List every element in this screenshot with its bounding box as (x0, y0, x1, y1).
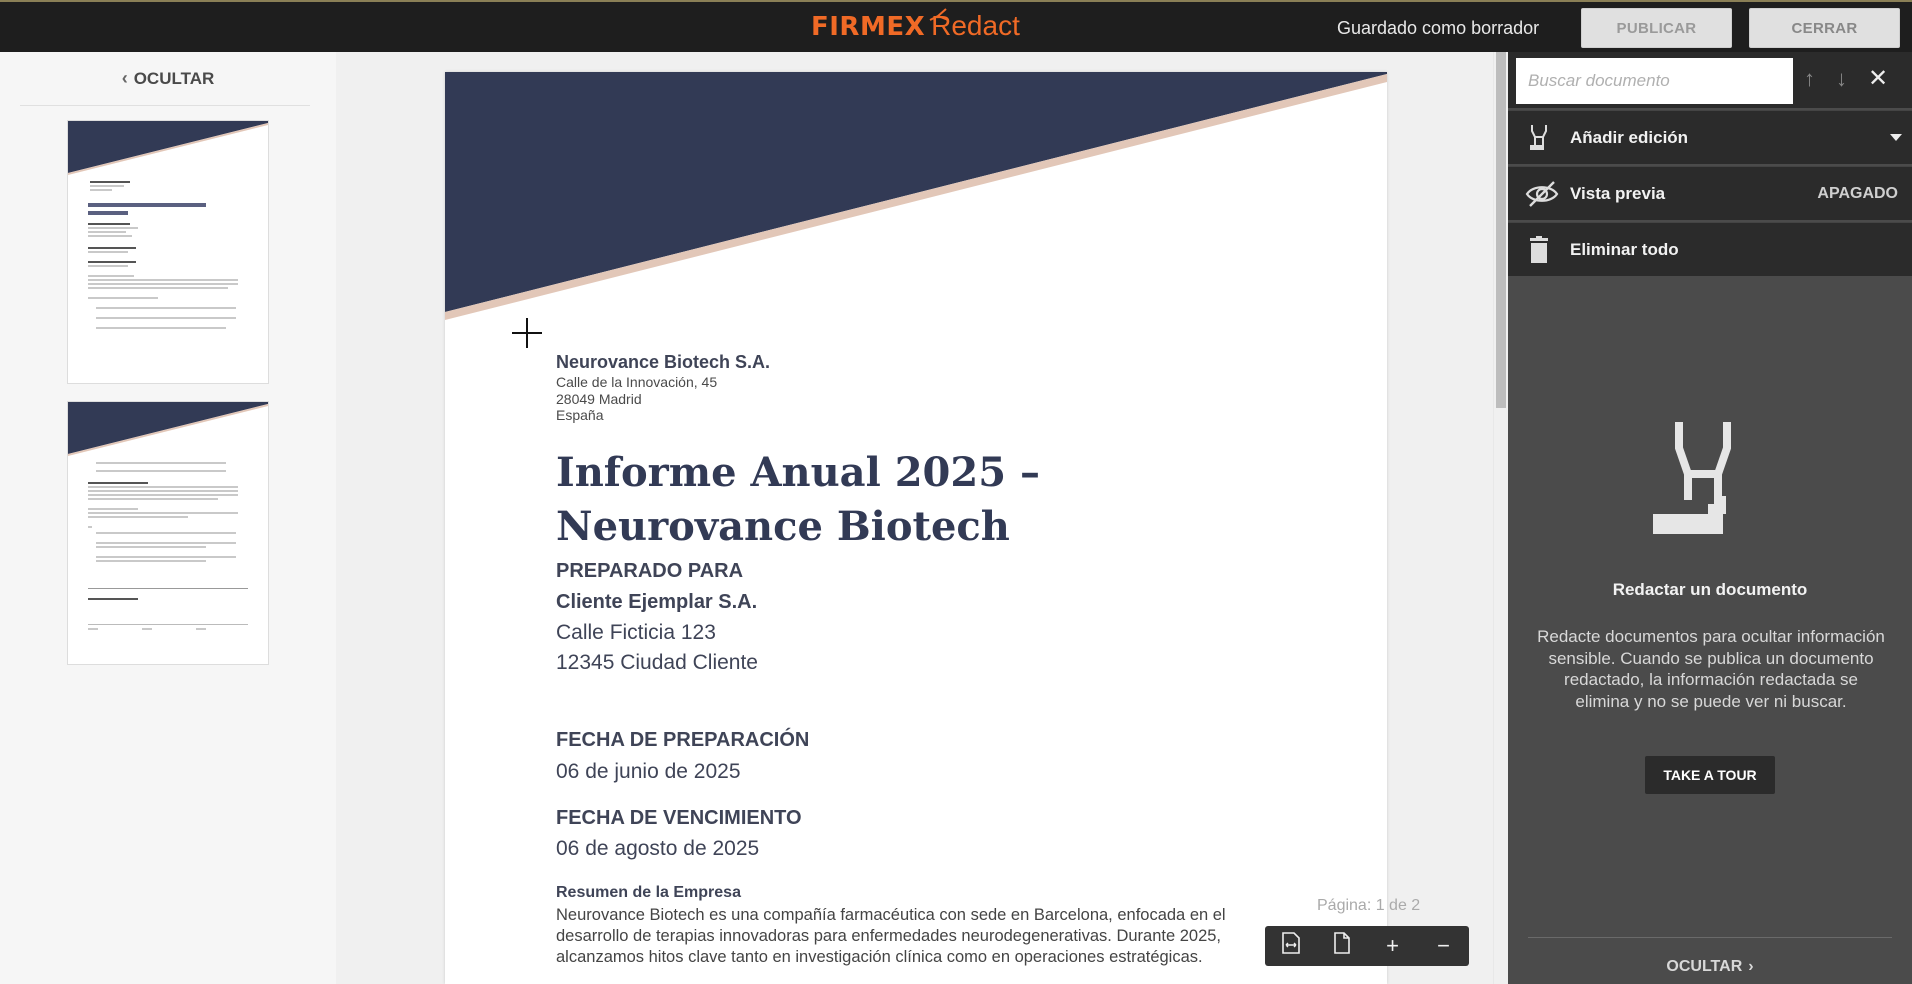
due-date-label: FECHA DE VENCIMIENTO (556, 807, 802, 829)
logo-brand: FIRMEX (811, 12, 926, 42)
preview-toggle[interactable]: Vista previa APAGADO (1508, 166, 1912, 220)
prep-date-label: FECHA DE PREPARACIÓN (556, 729, 810, 751)
thumbnail-panel: ‹ OCULTAR (0, 52, 336, 984)
company-name: Neurovance Biotech S.A. (556, 352, 771, 372)
zoom-toolbar: + − (1265, 926, 1469, 966)
redaction-panel: ↑ ↓ ✕ Añadir edición Vista previa APAGAD… (1508, 52, 1912, 984)
fit-width-icon[interactable] (1271, 931, 1311, 961)
thumbnail-header-band (68, 121, 268, 175)
hide-thumbnails-label: OCULTAR (133, 69, 215, 88)
company-address-line: 28049 Madrid (556, 391, 642, 407)
empty-state-title: Redactar un documento (1612, 580, 1808, 599)
empty-state-description: Redacte documentos para ocultar informac… (1537, 627, 1885, 711)
summary-heading: Resumen de la Empresa (556, 884, 741, 901)
chevron-right-icon: › (1748, 958, 1754, 975)
take-tour-button[interactable]: TAKE A TOUR (1645, 756, 1775, 794)
top-bar: FIRMEX Redact Guardado como borrador PUB… (0, 0, 1912, 52)
page-indicator: Página: 1 de 2 (1317, 897, 1421, 914)
close-button[interactable]: CERRAR (1749, 8, 1900, 48)
arrow-down-icon[interactable]: ↓ (1836, 66, 1847, 92)
close-icon[interactable]: ✕ (1868, 64, 1888, 93)
publish-button[interactable]: PUBLICAR (1581, 8, 1732, 48)
prepared-for-label: PREPARADO PARA (556, 560, 744, 582)
caret-down-icon (1890, 134, 1902, 141)
save-status: Guardado como borrador (1337, 18, 1540, 38)
document-title: Informe Anual 2025 – Neurovance Biotech (556, 449, 1040, 550)
divider (1528, 937, 1892, 938)
client-city: 12345 Ciudad Cliente (556, 651, 758, 674)
search-input[interactable] (1516, 58, 1793, 104)
divider (20, 105, 310, 106)
add-redaction-dropdown[interactable]: Añadir edición (1508, 110, 1912, 164)
preview-label: Vista previa (1570, 183, 1666, 203)
page-thumbnail-2[interactable] (67, 401, 269, 665)
arrow-up-icon[interactable]: ↑ (1804, 66, 1815, 92)
due-date: 06 de agosto de 2025 (556, 837, 760, 860)
page-header-band (445, 72, 1387, 320)
eye-slash-icon (1525, 180, 1559, 207)
client-street: Calle Ficticia 123 (556, 621, 716, 644)
hide-thumbnails-button[interactable]: ‹ OCULTAR (0, 68, 336, 89)
thumbnail-header-band (68, 402, 268, 456)
crosshair-cursor-icon (512, 318, 542, 348)
hide-panel-button[interactable]: OCULTAR › (1508, 958, 1912, 976)
delete-all-button[interactable]: Eliminar todo (1508, 222, 1912, 276)
summary-text: Neurovance Biotech es una compañía farma… (556, 906, 1226, 966)
redact-illustration-icon (1653, 422, 1731, 534)
chevron-left-icon: ‹ (121, 68, 128, 88)
client-name: Cliente Ejemplar S.A. (556, 591, 758, 613)
fit-page-icon[interactable] (1322, 931, 1362, 961)
add-redaction-label: Añadir edición (1570, 127, 1689, 147)
company-address-line: España (556, 407, 604, 423)
firmex-redact-logo: FIRMEX Redact (811, 8, 1020, 46)
company-address-line: Calle de la Innovación, 45 (556, 374, 718, 390)
trash-icon (1530, 235, 1548, 263)
preview-state: APAGADO (1817, 184, 1898, 202)
prep-date: 06 de junio de 2025 (556, 760, 741, 783)
zoom-out-icon[interactable]: − (1424, 933, 1464, 959)
hide-panel-label: OCULTAR (1666, 958, 1743, 975)
logo-spark-icon (929, 8, 949, 21)
document-scrollbar-thumb[interactable] (1496, 52, 1506, 408)
delete-all-label: Eliminar todo (1570, 239, 1679, 259)
search-row: ↑ ↓ ✕ (1508, 52, 1912, 108)
page-thumbnail-1[interactable] (67, 120, 269, 384)
zoom-in-icon[interactable]: + (1373, 933, 1413, 959)
redact-tool-icon (1530, 124, 1547, 150)
